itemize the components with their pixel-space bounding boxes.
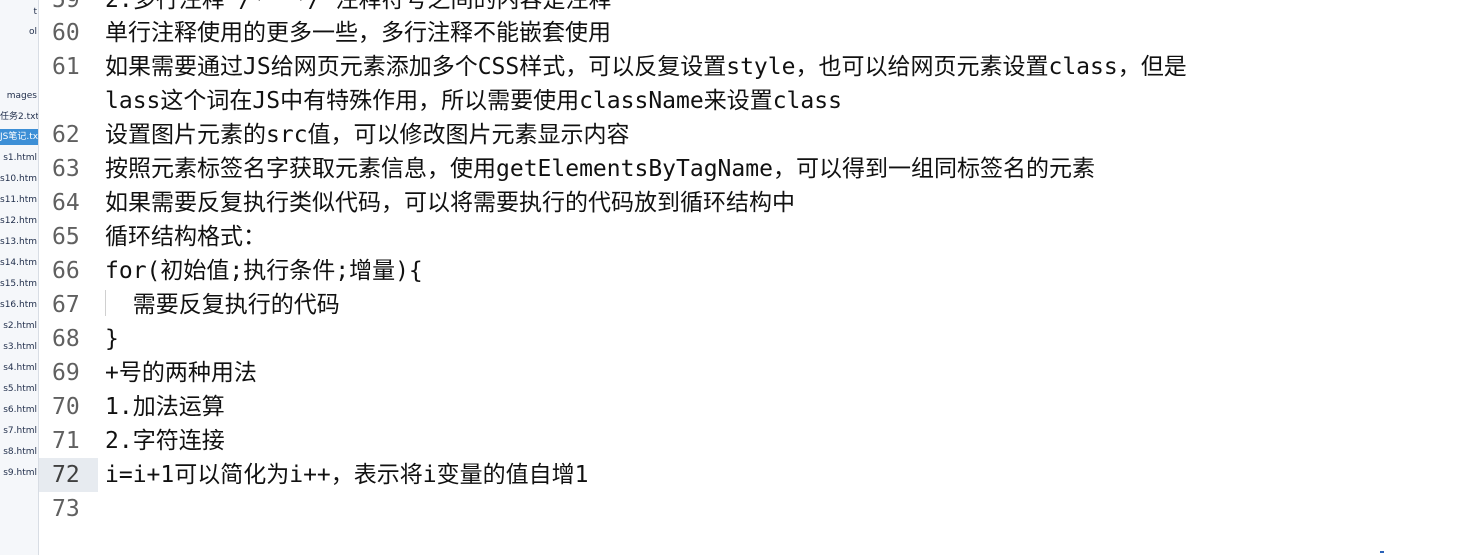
sidebar-item[interactable]: s14.htm (0, 255, 38, 271)
sidebar-item-label: s15.htm (0, 279, 38, 289)
sidebar-item[interactable]: s5.html (0, 381, 38, 397)
sidebar-item[interactable]: s13.htm (0, 234, 38, 250)
sidebar-item-selected[interactable]: JS笔记.txt (0, 129, 38, 145)
code-line[interactable]: 按照元素标签名字获取元素信息，使用getElementsByTagName，可以… (105, 152, 1095, 186)
sidebar-item-label: s8.html (3, 447, 37, 457)
sidebar-item[interactable]: s11.htm (0, 192, 38, 208)
sidebar-item-label: s16.htm (0, 300, 38, 310)
sidebar-item[interactable]: s16.htm (0, 297, 38, 313)
code-line[interactable]: 如果需要反复执行类似代码，可以将需要执行的代码放到循环结构中 (105, 186, 795, 220)
sidebar-item-label: s4.html (3, 363, 37, 373)
sidebar-item[interactable]: s10.htm (0, 171, 38, 187)
sidebar-item[interactable]: s7.html (0, 423, 38, 439)
line-number: 67 (52, 292, 80, 318)
sidebar-item-label: JS笔记.txt (0, 132, 38, 142)
sidebar-item[interactable]: s9.html (0, 465, 38, 481)
sidebar-item[interactable]: s6.html (0, 402, 38, 418)
sidebar-item-label: s1.html (3, 153, 37, 163)
sidebar-item-label: s3.html (3, 342, 37, 352)
sidebar-item[interactable]: s8.html (0, 444, 38, 460)
code-line[interactable]: 设置图片元素的src值，可以修改图片元素显示内容 (105, 118, 630, 152)
code-line[interactable]: 如果需要通过JS给网页元素添加多个CSS样式，可以反复设置style，也可以给网… (105, 50, 1187, 84)
code-line[interactable]: 1.加法运算 (105, 390, 225, 424)
sidebar-item[interactable]: 任务2.txt (0, 109, 38, 125)
sidebar-item[interactable]: s4.html (0, 360, 38, 376)
line-number-gutter[interactable]: 59 60 61 62 63 64 65 66 67 68 69 70 71 7… (39, 0, 98, 555)
code-line[interactable]: 2.字符连接 (105, 424, 225, 458)
sidebar-item[interactable]: mages (0, 88, 38, 104)
code-line[interactable]: 需要反复执行的代码 (105, 288, 340, 322)
sidebar-item-label: s12.htm (0, 216, 38, 226)
line-number: 73 (52, 496, 80, 522)
code-line-wrapped[interactable]: lass这个词在JS中有特殊作用，所以需要使用className来设置class (105, 84, 842, 118)
sidebar-item-label: s9.html (3, 468, 37, 478)
sidebar-item-label: t (33, 7, 37, 17)
code-line[interactable]: 单行注释使用的更多一些，多行注释不能嵌套使用 (105, 16, 611, 50)
sidebar-item-label: 任务2.txt (0, 112, 38, 122)
sidebar-item[interactable]: s1.html (0, 150, 38, 166)
sidebar-item[interactable]: s15.htm (0, 276, 38, 292)
line-number: 62 (52, 122, 80, 148)
sidebar-item[interactable]: s2.html (0, 318, 38, 334)
code-line[interactable]: for(初始值;执行条件;增量){ (105, 254, 423, 288)
scroll-marker (1380, 551, 1384, 553)
sidebar-item-label: mages (6, 91, 37, 101)
sidebar-item-label: s7.html (3, 426, 37, 436)
text-editor-window: t ol mages 任务2.txt JS笔记.txt s1.html s10.… (0, 0, 1466, 555)
line-number: 68 (52, 326, 80, 352)
sidebar-item-label: s2.html (3, 321, 37, 331)
sidebar-item-label: s14.htm (0, 258, 38, 268)
sidebar-item[interactable]: t (0, 4, 38, 20)
sidebar-item-label: s11.htm (0, 195, 38, 205)
code-line-current[interactable]: i=i+1可以简化为i++，表示将i变量的值自增1 (105, 458, 588, 492)
sidebar-item[interactable]: s3.html (0, 339, 38, 355)
code-editor[interactable]: 2.多行注释 /* */ 注释符号之间的内容是注释 单行注释使用的更多一些，多行… (98, 0, 1466, 555)
line-number: 63 (52, 156, 80, 182)
code-line[interactable]: 2.多行注释 /* */ 注释符号之间的内容是注释 (105, 0, 611, 17)
file-sidebar: t ol mages 任务2.txt JS笔记.txt s1.html s10.… (0, 0, 39, 555)
line-number: 69 (52, 360, 80, 386)
sidebar-item-label: ol (28, 27, 37, 37)
line-number: 59 (52, 0, 80, 13)
code-line[interactable]: 循环结构格式： (105, 220, 266, 254)
line-number: 61 (52, 54, 80, 80)
line-number: 70 (52, 394, 80, 420)
sidebar-item[interactable]: ol (0, 24, 38, 40)
line-number: 71 (52, 428, 80, 454)
sidebar-item-label: s6.html (3, 405, 37, 415)
line-number: 60 (52, 20, 80, 46)
sidebar-item[interactable]: s12.htm (0, 213, 38, 229)
sidebar-item-label: s5.html (3, 384, 37, 394)
code-line[interactable]: +号的两种用法 (105, 356, 257, 390)
line-number-current: 72 (39, 458, 98, 492)
line-number: 65 (52, 224, 80, 250)
sidebar-item-label: s10.htm (0, 174, 38, 184)
line-number: 64 (52, 190, 80, 216)
sidebar-item-label: s13.htm (0, 237, 38, 247)
line-number: 66 (52, 258, 80, 284)
code-line[interactable]: } (105, 322, 119, 356)
